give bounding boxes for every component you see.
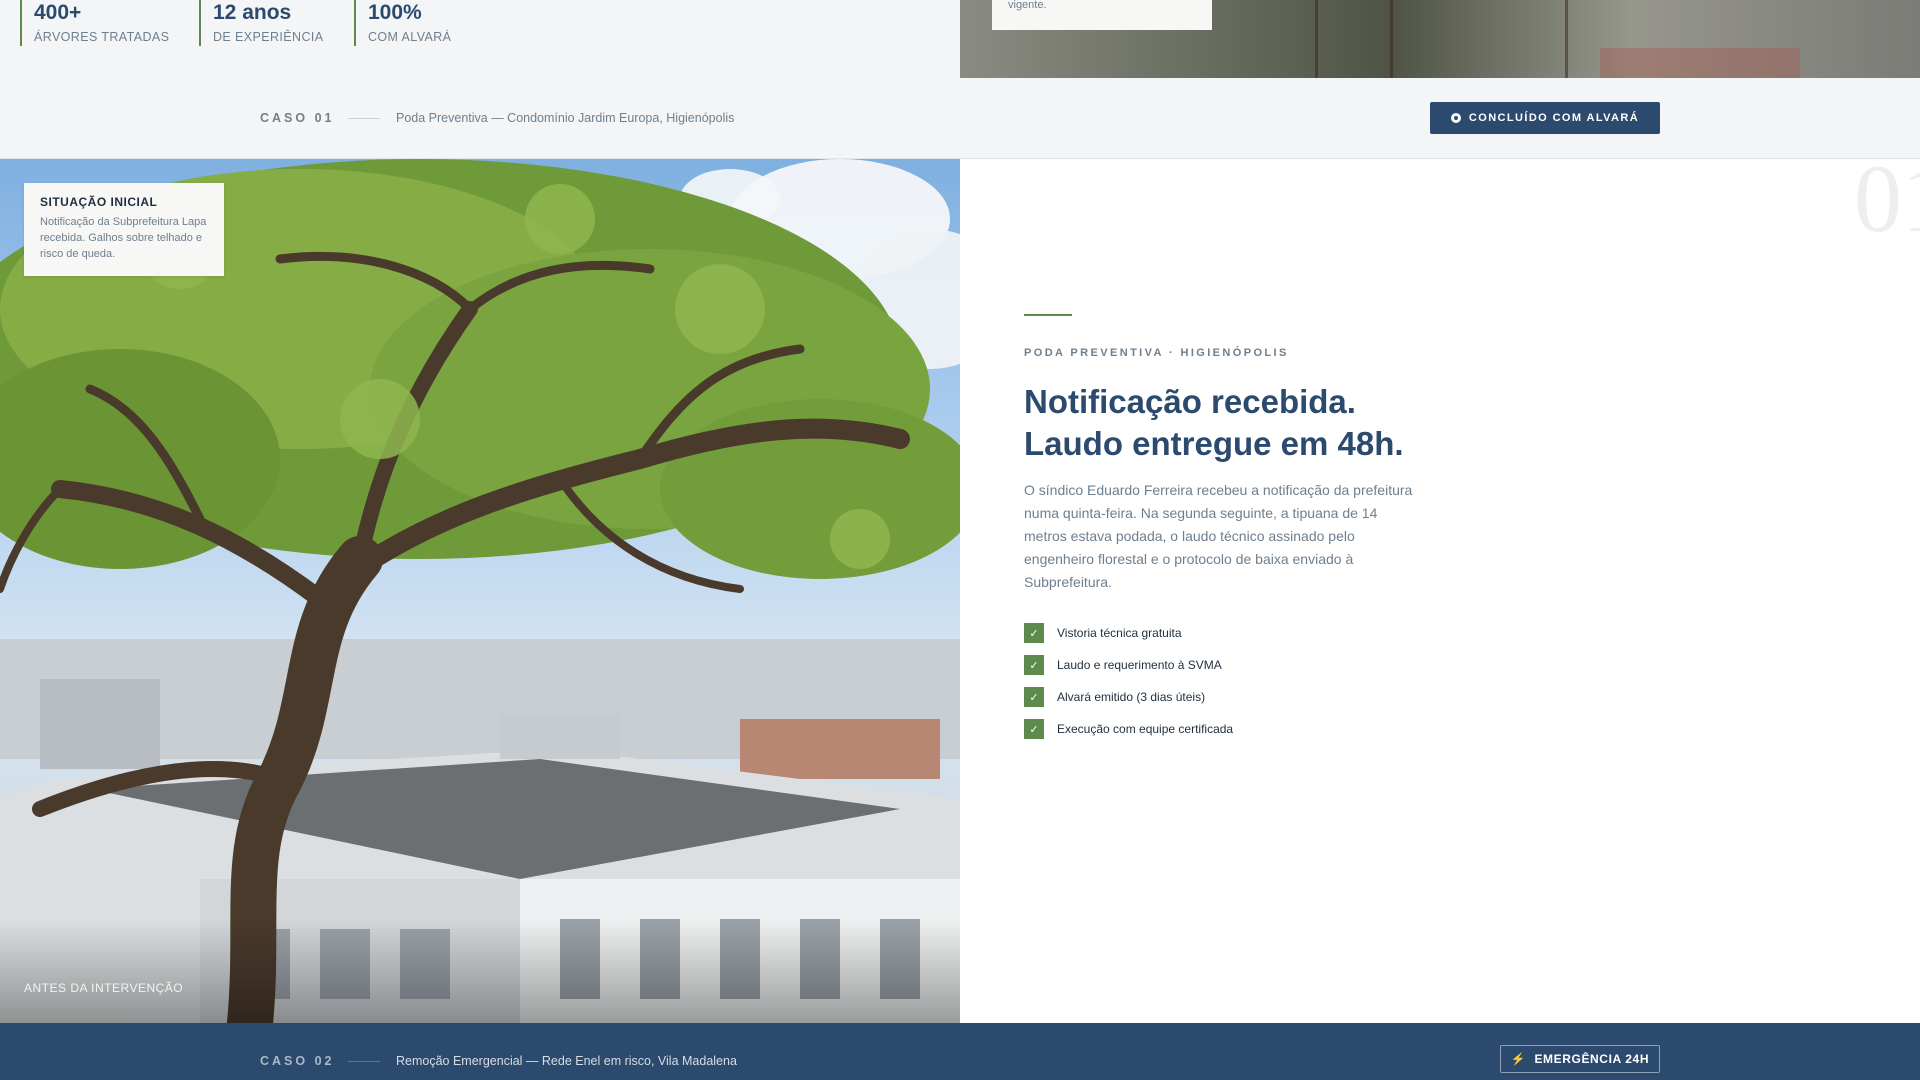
previous-case-card-text: vigente.	[1008, 0, 1047, 11]
stats-strip: 400+ ÁRVORES TRATADAS 12 anos DE EXPERIÊ…	[0, 0, 960, 78]
case-description: Remoção Emergencial — Rede Enel em risco…	[396, 1054, 737, 1068]
case-tag: CASO 02	[260, 1054, 335, 1068]
photo-detail	[1600, 48, 1800, 78]
list-item: ✓ Alvará emitido (3 dias úteis)	[1024, 681, 1233, 713]
checklist-label: Execução com equipe certificada	[1057, 722, 1234, 736]
case-tag: CASO 01	[260, 111, 335, 125]
check-icon: ✓	[1024, 687, 1044, 707]
checklist-label: Laudo e requerimento à SVMA	[1057, 658, 1222, 672]
case-01-content: 01 PODA PREVENTIVA · HIGIENÓPOLIS Notifi…	[960, 149, 1920, 1023]
photo-caption: ANTES DA INTERVENÇÃO	[24, 981, 184, 995]
case-body: O síndico Eduardo Ferreira recebeu a not…	[1024, 482, 1413, 590]
case-number: 01	[1854, 145, 1920, 252]
list-item: ✓ Laudo e requerimento à SVMA	[1024, 649, 1233, 681]
check-icon: ✓	[1024, 719, 1044, 739]
stat-label: DE EXPERIÊNCIA	[213, 30, 324, 44]
emergency-24h-button[interactable]: ⚡ EMERGÊNCIA 24H	[1500, 1045, 1660, 1073]
status-label: CONCLUÍDO COM ALVARÁ	[1468, 112, 1640, 124]
photo-detail	[1565, 0, 1568, 78]
accent-line	[1024, 314, 1072, 316]
case-description: Poda Preventiva — Condomínio Jardim Euro…	[396, 111, 735, 125]
stat-years: 12 anos DE EXPERIÊNCIA	[199, 0, 324, 46]
stat-value: 400+	[34, 1, 82, 24]
note-title: SITUAÇÃO INICIAL	[40, 195, 158, 209]
checklist: ✓ Vistoria técnica gratuita ✓ Laudo e re…	[1024, 617, 1233, 745]
case-01-header: CASO 01 Poda Preventiva — Condomínio Jar…	[0, 78, 1920, 159]
stat-value: 100%	[368, 1, 422, 24]
case-eyebrow: PODA PREVENTIVA · HIGIENÓPOLIS	[1024, 347, 1289, 359]
stat-value: 12 anos	[213, 1, 292, 24]
list-item: ✓ Vistoria técnica gratuita	[1024, 617, 1233, 649]
checklist-label: Alvará emitido (3 dias úteis)	[1057, 690, 1206, 704]
emergency-label: EMERGÊNCIA 24H	[1534, 1052, 1650, 1066]
stat-trees: 400+ ÁRVORES TRATADAS	[20, 0, 169, 46]
stat-label: COM ALVARÁ	[368, 30, 452, 44]
previous-case-photo: vigente.	[960, 0, 1920, 78]
stat-label: ÁRVORES TRATADAS	[34, 30, 170, 44]
status-completed-button[interactable]: CONCLUÍDO COM ALVARÁ	[1430, 102, 1660, 134]
case-02-header: CASO 02 Remoção Emergencial — Rede Enel …	[0, 1023, 1920, 1080]
circle-dot-icon	[1450, 113, 1461, 123]
list-item: ✓ Execução com equipe certificada	[1024, 713, 1233, 745]
tree-building-illustration	[0, 159, 960, 1023]
checklist-label: Vistoria técnica gratuita	[1057, 626, 1182, 640]
initial-situation-card: SITUAÇÃO INICIAL Notificação da Subprefe…	[24, 183, 224, 276]
previous-case-card: vigente.	[992, 0, 1212, 30]
photo-detail	[1315, 0, 1318, 78]
divider	[348, 1061, 380, 1062]
bolt-icon: ⚡	[1510, 1052, 1527, 1066]
stat-permit: 100% COM ALVARÁ	[354, 0, 451, 46]
divider	[348, 118, 380, 119]
case-headline: Notificação recebida. Laudo entregue em …	[1024, 383, 1404, 462]
check-icon: ✓	[1024, 655, 1044, 675]
case-01-photo: SITUAÇÃO INICIAL Notificação da Subprefe…	[0, 159, 960, 1023]
photo-detail	[1390, 0, 1393, 78]
check-icon: ✓	[1024, 623, 1044, 643]
note-text: Notificação da Subprefeitura Lapa recebi…	[40, 216, 207, 260]
